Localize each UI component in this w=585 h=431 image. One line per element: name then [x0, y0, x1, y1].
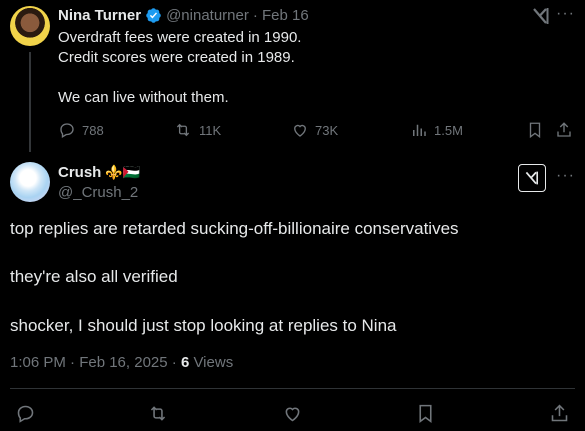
xai-logo-icon[interactable]	[531, 6, 551, 26]
name-emoji: ⚜️🇵🇸	[105, 164, 141, 180]
verified-badge-icon	[145, 7, 162, 24]
reply-count: 788	[82, 122, 104, 138]
tweet1-line	[58, 68, 301, 88]
tweet2-header: Crush ⚜️🇵🇸	[58, 164, 140, 181]
author-name[interactable]: Crush	[58, 164, 101, 181]
views-action[interactable]: 1.5M	[410, 121, 463, 139]
avatar-crush[interactable]	[10, 162, 50, 202]
repost-icon	[173, 121, 193, 139]
like-action[interactable]: 73K	[291, 121, 338, 139]
author-handle[interactable]: @_Crush_2	[58, 184, 138, 201]
repost-action[interactable]: 11K	[173, 121, 221, 139]
views-label: Views	[189, 354, 234, 371]
divider	[10, 388, 575, 389]
heart-icon	[291, 121, 309, 139]
tweet1-body: Overdraft fees were created in 1990. Cre…	[58, 28, 301, 108]
bookmark-icon[interactable]	[415, 403, 436, 424]
analytics-icon	[410, 121, 428, 139]
tweet-meta: 1:06 PM · Feb 16, 2025 · 6 Views	[10, 354, 233, 371]
tweet1-line: Overdraft fees were created in 1990.	[58, 29, 302, 46]
tweet2-paragraph: top replies are retarded sucking-off-bil…	[10, 219, 459, 238]
bookmark-icon[interactable]	[526, 121, 544, 139]
share-icon[interactable]	[549, 403, 570, 424]
tweet1-line: Credit scores were created in 1989.	[58, 49, 295, 66]
heart-icon[interactable]	[282, 403, 303, 424]
like-count: 73K	[315, 122, 339, 138]
repost-icon[interactable]	[147, 403, 169, 424]
tweet2-paragraph: they're also all verified	[10, 267, 178, 286]
repost-count: 11K	[199, 122, 222, 138]
xai-logo-icon	[525, 171, 538, 185]
tweet2-paragraph: shocker, I should just stop looking at r…	[10, 316, 397, 335]
xai-grok-button[interactable]	[518, 164, 546, 192]
reply-action[interactable]: 788	[58, 121, 104, 139]
timestamp[interactable]: 1:06 PM · Feb 16, 2025 ·	[10, 354, 181, 371]
tweet-date[interactable]: · Feb 16	[253, 7, 309, 24]
tweet1-line: We can live without them.	[58, 89, 229, 106]
thread-line	[29, 52, 31, 152]
more-options-icon[interactable]: ···	[556, 167, 575, 185]
tweet1-header: Nina Turner @ninaturner · Feb 16	[58, 7, 309, 24]
author-handle[interactable]: @ninaturner	[166, 7, 249, 24]
reply-icon	[58, 121, 76, 139]
reply-icon[interactable]	[15, 403, 36, 424]
share-icon[interactable]	[555, 121, 573, 139]
views-count: 1.5M	[434, 122, 463, 138]
more-options-icon[interactable]: ···	[556, 5, 575, 23]
avatar-nina-turner[interactable]	[10, 6, 50, 46]
author-name[interactable]: Nina Turner	[58, 7, 141, 24]
